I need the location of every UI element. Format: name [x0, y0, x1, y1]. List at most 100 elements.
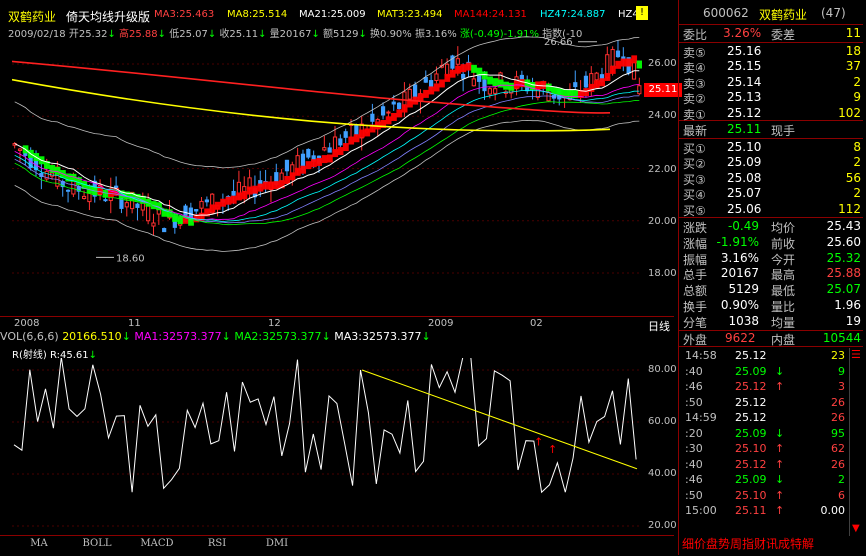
vol-value: 20166.510 [62, 330, 122, 343]
mat3-line [12, 78, 611, 132]
candle-body [380, 106, 386, 116]
bid-label: 买⑤ [683, 203, 706, 218]
candle-body [103, 199, 108, 202]
trend-band-block [359, 129, 365, 138]
tab-macd[interactable]: MACD [138, 538, 176, 552]
ask-price: 25.14 [727, 74, 762, 89]
ask-row: 卖③ 25.14 2 [679, 75, 863, 91]
candle-body [386, 111, 391, 114]
stock-title[interactable]: 双鹤药业 [8, 8, 56, 25]
candle-body [423, 77, 428, 83]
tick-price: 25.12 [735, 380, 767, 393]
bid-price: 25.08 [727, 170, 762, 185]
candle-body [332, 136, 338, 152]
candlestick-chart[interactable]: 26.66 18.60 [12, 36, 642, 316]
news-tab-bar[interactable]: 细价盘势周指财讯成特解 [682, 535, 866, 555]
trend-band-block [246, 186, 253, 195]
stat-value: 5129 [728, 282, 759, 297]
ask-volume: 9 [853, 90, 861, 105]
candles-layer [12, 40, 642, 236]
trend-band-block [268, 181, 275, 190]
down-arrow-icon: ↓ [321, 330, 335, 343]
stat-value: 19 [845, 313, 861, 328]
stat-row: 涨幅 -1.91% 前收 25.60 [679, 235, 863, 251]
tab-dmi[interactable]: DMI [258, 538, 296, 552]
stat-value: 20167 [720, 266, 759, 281]
tick-volume: 26 [831, 411, 845, 424]
candle-body [396, 102, 402, 110]
trend-band-block [391, 112, 397, 121]
trend-band-block [300, 165, 307, 174]
tab-ma[interactable]: MA [20, 538, 58, 552]
stat-value: 1.96 [834, 298, 861, 312]
ask-volume: 37 [845, 59, 861, 74]
candle-body [231, 190, 236, 196]
ratio-value: 3.26% [723, 26, 762, 40]
trend-band-block [54, 166, 61, 175]
trend-band-block [423, 89, 429, 98]
candle-body [487, 88, 492, 95]
trend-band-block [433, 83, 440, 92]
candle-body [455, 58, 460, 65]
tick-volume: 9 [838, 364, 845, 378]
candle-body [124, 202, 129, 208]
stat-label: 前收 [771, 236, 796, 251]
stat-row: 总额 5129 最低 25.07 [679, 282, 863, 298]
stat-row: 分笔 1038 均量 19 [679, 314, 863, 330]
high-price-label: 26.66 [544, 37, 573, 48]
candle-body [402, 91, 407, 106]
trend-band-block [273, 181, 280, 190]
tab-boll[interactable]: BOLL [78, 538, 116, 552]
tick-time: :40 [685, 457, 703, 471]
candle-body [204, 199, 209, 203]
candle-body [461, 73, 466, 79]
candle-body [354, 124, 359, 135]
indicator-name[interactable]: 倚天均线升级版 [66, 8, 150, 25]
trend-band-block [396, 109, 403, 118]
stat-value: 25.07 [826, 282, 861, 297]
hz47-label: HZ47:24.887 [540, 9, 606, 20]
r-line [13, 358, 637, 494]
trend-band-block [316, 157, 323, 166]
stat-label: 换手 [683, 300, 708, 314]
tick-price: 25.12 [735, 411, 767, 424]
tick-price: 25.12 [735, 395, 767, 409]
trend-band-block [631, 55, 638, 64]
tick-price: 25.10 [735, 488, 767, 502]
bid-price: 25.09 [727, 155, 762, 170]
tick-volume: 3 [838, 380, 845, 393]
ma144-label: MA144:24.131 [454, 9, 527, 20]
bid-volume: 2 [853, 186, 861, 201]
date-label: 11 [128, 318, 141, 329]
candle-body [412, 84, 418, 99]
price-tick: 20.00 [648, 216, 677, 227]
ask-row: 卖⑤ 25.16 18 [679, 44, 863, 60]
trend-band-block [257, 183, 264, 192]
tick-volume: 62 [831, 442, 845, 455]
tick-volume: 23 [831, 349, 845, 362]
vol-value: MA3:32573.377 [334, 330, 422, 343]
stat-label: 最低 [771, 284, 796, 299]
trend-band-block [439, 79, 445, 88]
info-flag-icon[interactable]: ! [636, 6, 648, 20]
bid-volume: 56 [845, 170, 861, 185]
scroll-down-icon[interactable]: ▼ [852, 523, 860, 534]
trend-band-block [172, 213, 178, 222]
tick-row: :46 25.12 ↑ 3 [679, 380, 863, 396]
inner-value: 10544 [822, 331, 861, 345]
r-indicator-chart[interactable]: ↑↑ [12, 358, 642, 533]
tick-row: :20 25.09 ↓ 95 [679, 427, 863, 443]
tick-volume: 0.00 [820, 504, 846, 517]
trend-band-block [599, 78, 606, 87]
stat-row: 换手 0.90% 量比 1.96 [679, 298, 863, 314]
ask-price: 25.13 [727, 90, 762, 105]
trend-band-block [487, 76, 493, 85]
divider [679, 42, 863, 43]
candle-body [295, 155, 300, 171]
r-axis: 80.00 60.00 40.00 20.00 [642, 358, 677, 533]
tick-time: :20 [685, 426, 703, 440]
bid-row: 买③ 25.08 56 [679, 171, 863, 187]
tick-time: 15:00 [685, 504, 717, 517]
ratio-label: 委比 [683, 28, 708, 42]
tab-rsi[interactable]: RSI [198, 538, 236, 552]
